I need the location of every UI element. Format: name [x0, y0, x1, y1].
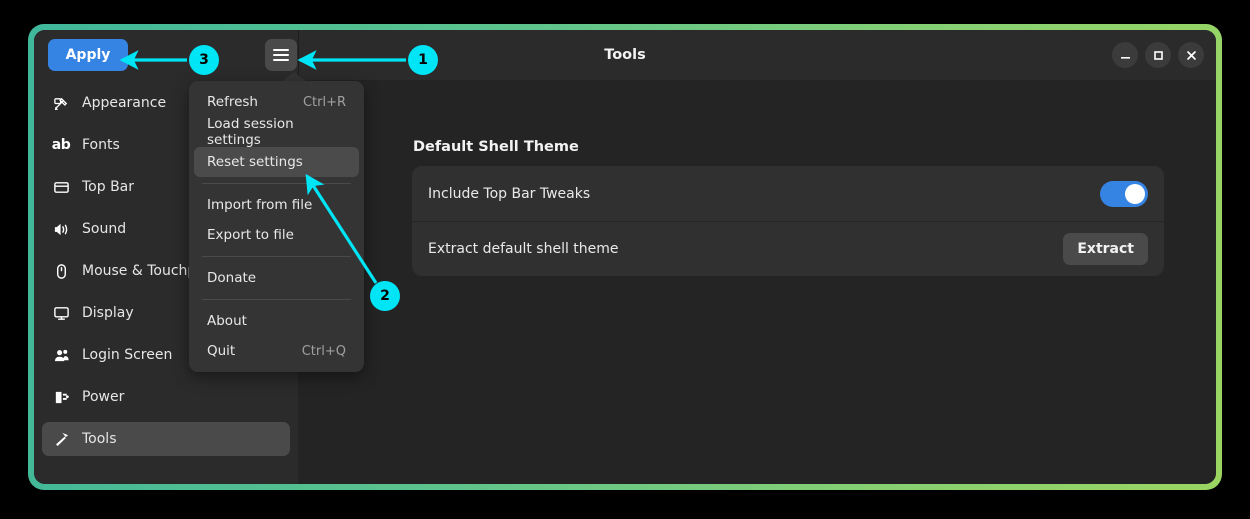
settings-card: Include Top Bar Tweaks Extract default s… [412, 166, 1164, 276]
screenshot-root: Tools Apply Appearance ab Fonts Top Bar … [0, 0, 1250, 519]
menu-item-accel: Ctrl+R [302, 94, 346, 110]
close-button[interactable] [1178, 42, 1204, 68]
menu-separator [202, 299, 351, 300]
menu-item-import-from-file[interactable]: Import from file [194, 190, 359, 220]
menu-item-label: Donate [207, 270, 257, 286]
menu-item-accel: Ctrl+Q [301, 343, 346, 359]
annotation-badge-3: 3 [189, 45, 219, 75]
row-extract-default-shell-theme: Extract default shell theme Extract [412, 221, 1164, 276]
fonts-icon: ab [51, 137, 71, 153]
sidebar-item-power[interactable]: Power [42, 380, 290, 414]
sidebar-item-label: Login Screen [82, 347, 173, 363]
sidebar-item-label: Fonts [82, 137, 120, 153]
sidebar-item-label: Display [82, 305, 134, 321]
menu-item-label: Load session settings [207, 116, 294, 148]
toggle-knob [1125, 183, 1145, 204]
appearance-icon [52, 94, 70, 112]
menu-item-label: Quit [207, 343, 236, 359]
window-frame: Tools Apply Appearance ab Fonts Top Bar … [28, 24, 1222, 490]
row-label: Include Top Bar Tweaks [428, 185, 591, 202]
menu-item-label: Export to file [207, 227, 294, 243]
menu-item-about[interactable]: About [194, 306, 359, 336]
sidebar-item-label: Tools [82, 431, 117, 447]
menu-item-refresh[interactable]: Refresh Ctrl+R [194, 87, 359, 117]
menu-separator [202, 183, 351, 184]
include-top-bar-tweaks-toggle[interactable] [1100, 180, 1148, 207]
menu-item-donate[interactable]: Donate [194, 263, 359, 293]
menu-separator [202, 256, 351, 257]
section-title: Default Shell Theme [413, 139, 579, 155]
menu-item-label: Import from file [207, 197, 313, 213]
hamburger-menu-button[interactable] [265, 39, 297, 71]
top-bar-icon [52, 178, 70, 196]
sound-icon [52, 220, 70, 238]
sidebar-item-label: Appearance [82, 95, 167, 111]
content-area: Default Shell Theme Include Top Bar Twea… [299, 80, 1216, 484]
window-controls [1112, 42, 1204, 68]
extract-button[interactable]: Extract [1063, 233, 1148, 265]
main-menu-popover: Refresh Ctrl+R Load session settings Res… [189, 81, 364, 372]
sidebar-item-label: Sound [82, 221, 127, 237]
login-screen-icon [52, 346, 70, 364]
menu-item-load-session-settings[interactable]: Load session settings [194, 116, 359, 148]
apply-button[interactable]: Apply [48, 39, 128, 71]
annotation-badge-2: 2 [370, 281, 400, 311]
menu-item-label: About [207, 313, 247, 329]
sidebar-item-tools[interactable]: Tools [42, 422, 290, 456]
row-include-top-bar-tweaks: Include Top Bar Tweaks [412, 166, 1164, 221]
minimize-button[interactable] [1112, 42, 1138, 68]
hamburger-line [273, 54, 289, 56]
row-label: Extract default shell theme [428, 241, 619, 257]
sidebar-item-label: Mouse & Touchp [82, 263, 197, 279]
maximize-button[interactable] [1145, 42, 1171, 68]
display-icon [52, 304, 70, 322]
hamburger-line [273, 59, 289, 61]
menu-item-export-to-file[interactable]: Export to file [194, 220, 359, 250]
power-icon [52, 388, 70, 406]
menu-item-label: Reset settings [207, 154, 303, 170]
menu-item-label: Refresh [207, 94, 258, 110]
application-window: Tools Apply Appearance ab Fonts Top Bar … [34, 30, 1216, 484]
hamburger-line [273, 49, 289, 51]
menu-item-quit[interactable]: Quit Ctrl+Q [194, 336, 359, 366]
sidebar-item-label: Top Bar [82, 179, 135, 195]
mouse-icon [52, 262, 70, 280]
sidebar-item-label: Power [82, 389, 125, 405]
menu-item-reset-settings[interactable]: Reset settings [194, 147, 359, 177]
annotation-badge-1: 1 [408, 45, 438, 75]
tools-icon [52, 430, 70, 448]
